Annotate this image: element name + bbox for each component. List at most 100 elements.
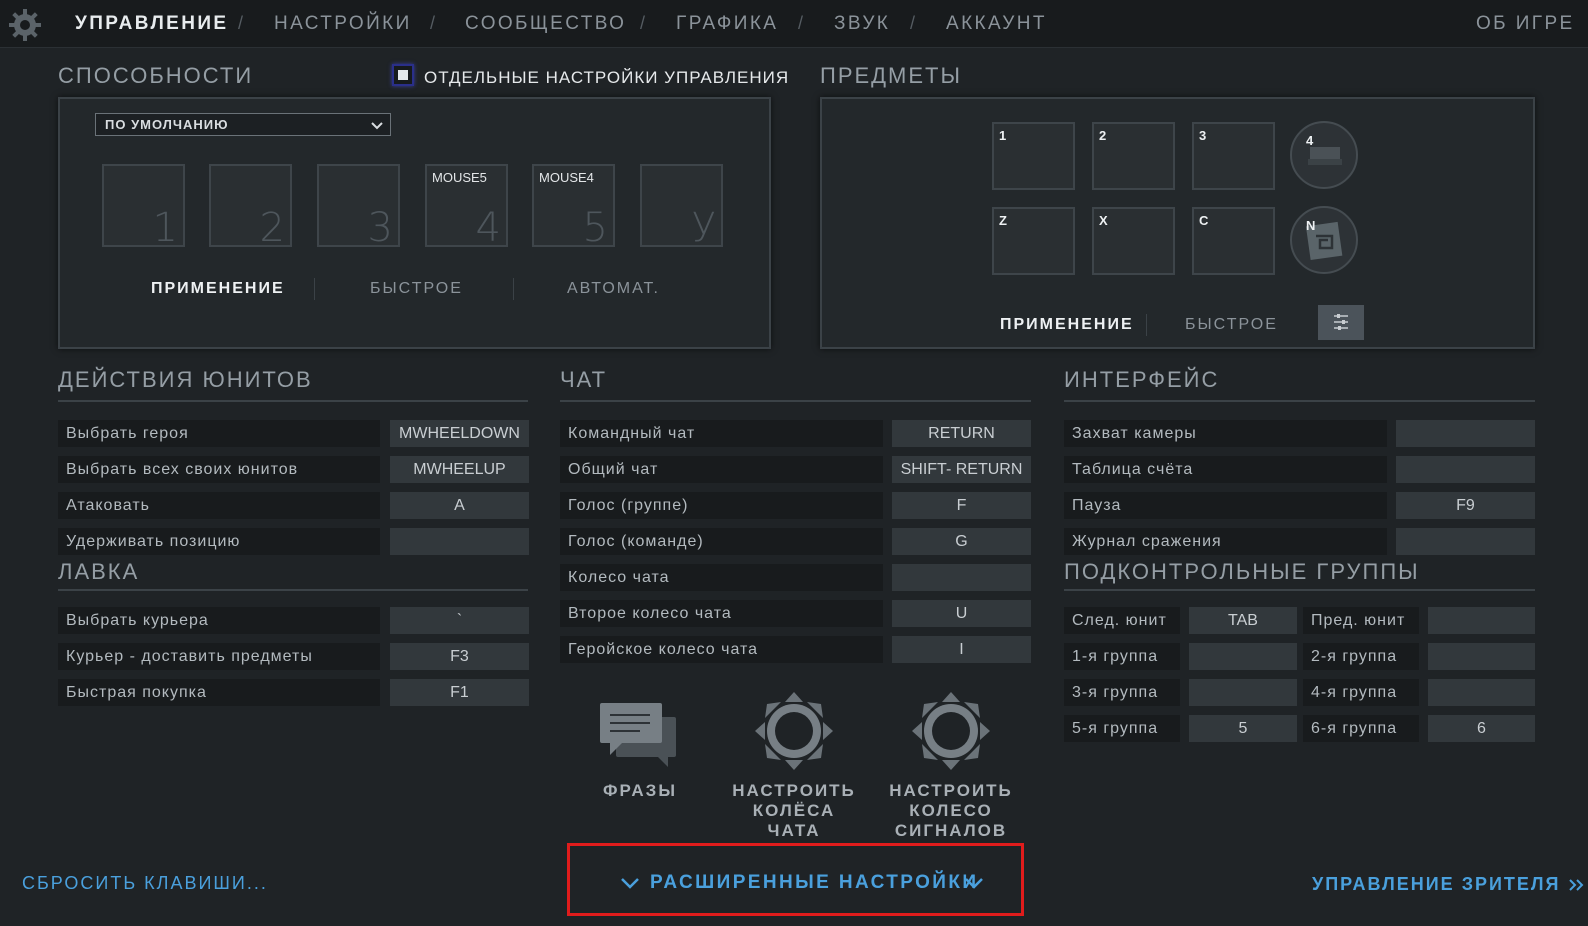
tp-scroll-slot[interactable]: 4 [1290,121,1358,189]
binding-label: Журнал сражения [1064,528,1387,555]
nav-separator: / [238,13,244,33]
chat-bubbles-icon[interactable] [600,703,678,767]
item-slot-c[interactable]: C [1192,207,1275,275]
tab-controls[interactable]: УПРАВЛЕНИЕ [75,13,229,35]
ability-slot-number: 5 [582,205,608,251]
item-slot-1[interactable]: 1 [992,122,1075,190]
chevron-down-icon [621,878,639,889]
item-slot-3[interactable]: 3 [1192,122,1275,190]
ability-slot-key: MOUSE5 [432,170,487,185]
binding-key[interactable] [1428,679,1535,706]
item-slot-z[interactable]: Z [992,207,1075,275]
item-settings-button[interactable] [1318,305,1364,340]
spectator-controls-label: УПРАВЛЕНИЕ ЗРИТЕЛЯ [1312,874,1561,894]
separate-controls-checkbox[interactable] [392,64,414,86]
chat-wheel-label: НАСТРОИТЬ КОЛЁСА ЧАТА [732,781,856,840]
binding-key[interactable]: F3 [390,643,529,670]
ability-slot-number: 4 [475,205,501,251]
chat-title: ЧАТ [560,367,608,392]
binding-key[interactable] [1189,679,1297,706]
ability-slot-2[interactable]: 2 [209,164,292,251]
nav-separator: / [910,13,916,33]
tab-community[interactable]: СООБЩЕСТВО [465,13,626,35]
nav-separator: / [430,13,436,33]
binding-key[interactable]: A [390,492,529,519]
binding-key[interactable] [1189,643,1297,670]
binding-label: Голос (группе) [560,492,883,519]
binding-key[interactable] [1396,528,1535,555]
item-slot-2[interactable]: 2 [1092,122,1175,190]
ability-slot-number: 1 [152,205,178,251]
tab-sound[interactable]: ЗВУК [834,13,890,35]
ability-slot-ultimate[interactable]: У [640,164,723,251]
ability-slot-4[interactable]: MOUSE5 4 [425,164,508,251]
binding-key[interactable] [1428,607,1535,634]
ability-tab-cast[interactable]: ПРИМЕНЕНИЕ [151,280,285,298]
binding-key[interactable]: ` [390,607,529,634]
top-nav: УПРАВЛЕНИЕ / НАСТРОЙКИ / СООБЩЕСТВО / ГР… [0,0,1588,48]
binding-label: 2-я группа [1303,643,1419,670]
ability-slot-5[interactable]: MOUSE4 5 [532,164,615,251]
reset-keys-link[interactable]: СБРОСИТЬ КЛАВИШИ... [22,873,268,894]
neutral-item-slot[interactable]: N [1290,206,1358,274]
item-tab-quick[interactable]: БЫСТРОЕ [1185,316,1278,334]
tab-divider [314,278,315,300]
divider [1064,589,1535,591]
ability-tab-quick[interactable]: БЫСТРОЕ [370,280,463,298]
interface-title: ИНТЕРФЕЙС [1064,367,1220,392]
tab-graphics[interactable]: ГРАФИКА [676,13,778,35]
tab-settings[interactable]: НАСТРОЙКИ [274,13,412,35]
binding-label: Курьер - доставить предметы [58,643,380,670]
unit-actions-title: ДЕЙСТВИЯ ЮНИТОВ [58,367,313,392]
binding-key[interactable]: RETURN [892,420,1031,447]
binding-key[interactable]: I [892,636,1031,663]
item-slot-key: N [1306,218,1316,233]
tab-divider [1146,314,1147,336]
binding-key[interactable]: F1 [390,679,529,706]
binding-key[interactable] [892,564,1031,591]
binding-key[interactable] [1396,420,1535,447]
double-chevron-right-icon [1568,879,1583,891]
tab-about[interactable]: ОБ ИГРЕ [1476,13,1575,35]
divider [58,589,528,591]
tab-account[interactable]: АККАУНТ [946,13,1047,35]
chat-wheel-icon[interactable] [753,690,835,772]
settings-gear-icon[interactable] [8,8,42,42]
divider [1064,400,1535,402]
item-picture-icon [1308,147,1342,165]
binding-key[interactable]: G [892,528,1031,555]
ability-slot-1[interactable]: 1 [102,164,185,251]
binding-key[interactable]: MWHEELUP [390,456,529,483]
ping-wheel-icon[interactable] [910,690,992,772]
item-slot-key: 4 [1306,133,1314,148]
binding-key[interactable]: F [892,492,1031,519]
binding-key[interactable]: MWHEELDOWN [390,420,529,447]
binding-key[interactable]: F9 [1396,492,1535,519]
binding-key[interactable]: 6 [1428,715,1535,742]
items-panel [820,97,1535,349]
binding-label: 6-я группа [1303,715,1419,742]
tab-divider [513,278,514,300]
advanced-settings-button[interactable]: РАСШИРЕННЫЕ НАСТРОЙКИ [650,872,978,894]
binding-key[interactable]: U [892,600,1031,627]
ability-tab-auto[interactable]: АВТОМАТ. [567,280,660,298]
binding-key[interactable] [1396,456,1535,483]
control-groups-title: ПОДКОНТРОЛЬНЫЕ ГРУППЫ [1064,559,1420,584]
scroll-icon [1305,221,1343,261]
binding-label: Геройское колесо чата [560,636,883,663]
binding-key[interactable]: SHIFT- RETURN [892,456,1031,483]
binding-key[interactable]: TAB [1189,607,1297,634]
binding-key[interactable] [1428,643,1535,670]
spectator-controls-link[interactable]: УПРАВЛЕНИЕ ЗРИТЕЛЯ [1312,874,1586,895]
preset-dropdown[interactable]: ПО УМОЛЧАНИЮ [95,113,391,136]
ability-slot-3[interactable]: 3 [317,164,400,251]
binding-label: Атаковать [58,492,380,519]
binding-key[interactable] [390,528,529,555]
item-tab-cast[interactable]: ПРИМЕНЕНИЕ [1000,316,1134,334]
binding-label: Голос (команде) [560,528,883,555]
binding-label: Пауза [1064,492,1387,519]
item-slot-x[interactable]: X [1092,207,1175,275]
binding-key[interactable]: 5 [1189,715,1297,742]
ping-wheel-label: НАСТРОИТЬ КОЛЕСО СИГНАЛОВ [889,781,1013,840]
binding-label: Таблица счёта [1064,456,1387,483]
